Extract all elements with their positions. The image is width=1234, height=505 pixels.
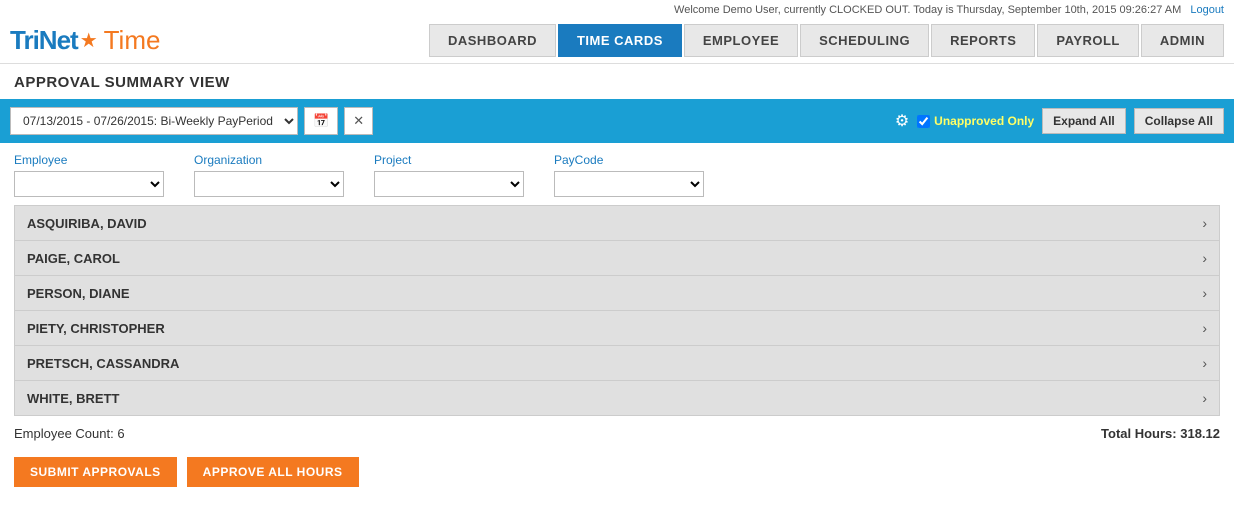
project-filter-select[interactable] xyxy=(374,171,524,197)
unapproved-only-checkbox[interactable] xyxy=(917,115,930,128)
employee-filter-group: Employee xyxy=(14,153,164,197)
chevron-right-icon: › xyxy=(1202,320,1207,336)
nav-dashboard[interactable]: DASHBOARD xyxy=(429,24,556,57)
welcome-text: Welcome Demo User, currently CLOCKED OUT… xyxy=(674,4,1181,16)
employee-name: PAIGE, CAROL xyxy=(27,251,120,266)
main-nav: DASHBOARD TIME CARDS EMPLOYEE SCHEDULING… xyxy=(429,24,1224,57)
nav-admin[interactable]: ADMIN xyxy=(1141,24,1224,57)
project-filter-label: Project xyxy=(374,153,524,167)
nav-employee[interactable]: EMPLOYEE xyxy=(684,24,798,57)
page-title: APPROVAL SUMMARY VIEW xyxy=(0,64,1234,99)
unapproved-only-text: Unapproved Only xyxy=(934,114,1034,128)
employee-name: PRETSCH, CASSANDRA xyxy=(27,356,179,371)
calendar-icon: 📅 xyxy=(313,113,329,128)
nav-reports[interactable]: REPORTS xyxy=(931,24,1035,57)
toolbar: 07/13/2015 - 07/26/2015: Bi-Weekly PayPe… xyxy=(0,99,1234,143)
chevron-right-icon: › xyxy=(1202,215,1207,231)
organization-filter-group: Organization xyxy=(194,153,344,197)
chevron-right-icon: › xyxy=(1202,355,1207,371)
collapse-all-button[interactable]: Collapse All xyxy=(1134,108,1224,134)
employee-row[interactable]: WHITE, BRETT › xyxy=(15,381,1219,415)
calendar-button[interactable]: 📅 xyxy=(304,107,338,135)
employee-row[interactable]: PRETSCH, CASSANDRA › xyxy=(15,346,1219,381)
paycode-filter-select[interactable] xyxy=(554,171,704,197)
employee-filter-label: Employee xyxy=(14,153,164,167)
logout-link[interactable]: Logout xyxy=(1190,4,1224,16)
employee-row[interactable]: PAIGE, CAROL › xyxy=(15,241,1219,276)
employee-table: ASQUIRIBA, DAVID › PAIGE, CAROL › PERSON… xyxy=(14,205,1220,416)
total-hours-text: Total Hours: 318.12 xyxy=(1101,426,1220,441)
employee-name: WHITE, BRETT xyxy=(27,391,119,406)
logo-trinet: TriNet xyxy=(10,25,78,56)
footer-row: Employee Count: 6 Total Hours: 318.12 xyxy=(0,416,1234,451)
nav-payroll[interactable]: PAYROLL xyxy=(1037,24,1138,57)
filters-bar: Employee Organization Project PayCode xyxy=(0,143,1234,205)
paycode-filter-label: PayCode xyxy=(554,153,704,167)
organization-filter-select[interactable] xyxy=(194,171,344,197)
unapproved-only-label: Unapproved Only xyxy=(917,114,1034,128)
clear-button[interactable]: ✕ xyxy=(344,107,373,135)
logo: TriNet ★ Time xyxy=(10,25,160,56)
chevron-right-icon: › xyxy=(1202,250,1207,266)
employee-name: ASQUIRIBA, DAVID xyxy=(27,216,147,231)
employee-row[interactable]: PIETY, CHRISTOPHER › xyxy=(15,311,1219,346)
total-hours-value: 318.12 xyxy=(1180,426,1220,441)
expand-all-button[interactable]: Expand All xyxy=(1042,108,1126,134)
logo-flame-icon: ★ xyxy=(80,28,98,53)
project-filter-group: Project xyxy=(374,153,524,197)
employee-row[interactable]: PERSON, DIANE › xyxy=(15,276,1219,311)
employee-count-text: Employee Count: 6 xyxy=(14,426,125,441)
total-hours-label: Total Hours: xyxy=(1101,426,1180,441)
employee-filter-select[interactable] xyxy=(14,171,164,197)
date-range-select[interactable]: 07/13/2015 - 07/26/2015: Bi-Weekly PayPe… xyxy=(10,107,298,135)
employee-count-value: 6 xyxy=(117,426,124,441)
paycode-filter-group: PayCode xyxy=(554,153,704,197)
chevron-right-icon: › xyxy=(1202,390,1207,406)
clear-icon: ✕ xyxy=(353,113,364,128)
gear-icon: ⚙ xyxy=(895,113,909,130)
submit-approvals-button[interactable]: SUBMIT APPROVALS xyxy=(14,457,177,487)
employee-name: PERSON, DIANE xyxy=(27,286,130,301)
nav-scheduling[interactable]: SCHEDULING xyxy=(800,24,929,57)
employee-row[interactable]: ASQUIRIBA, DAVID › xyxy=(15,206,1219,241)
nav-time-cards[interactable]: TIME CARDS xyxy=(558,24,682,57)
employee-count-label: Employee Count: xyxy=(14,426,117,441)
chevron-right-icon: › xyxy=(1202,285,1207,301)
organization-filter-label: Organization xyxy=(194,153,344,167)
action-buttons: SUBMIT APPROVALS APPROVE ALL HOURS xyxy=(0,451,1234,501)
logo-time: Time xyxy=(104,25,161,56)
settings-button[interactable]: ⚙ xyxy=(895,111,909,131)
employee-name: PIETY, CHRISTOPHER xyxy=(27,321,165,336)
approve-all-hours-button[interactable]: APPROVE ALL HOURS xyxy=(187,457,359,487)
